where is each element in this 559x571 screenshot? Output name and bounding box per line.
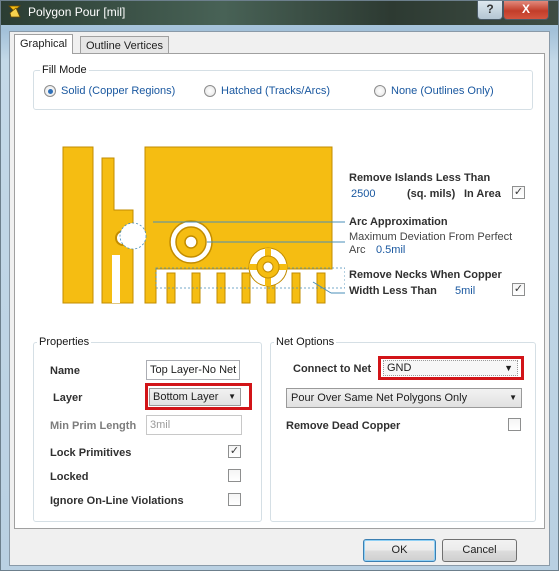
pour-over-value: Pour Over Same Net Polygons Only: [291, 392, 468, 404]
remove-islands-unit: (sq. mils): [407, 188, 456, 200]
cancel-button[interactable]: Cancel: [442, 539, 517, 562]
copper-left-strip: [62, 146, 94, 304]
layer-label: Layer: [53, 392, 83, 404]
min-prim-length-label: Min Prim Length: [50, 420, 137, 432]
fill-mode-label: Fill Mode: [40, 64, 89, 76]
fill-mode-group: Fill Mode Solid (Copper Regions) Hatched…: [33, 64, 533, 110]
title-bar[interactable]: Polygon Pour [mil] ? X: [1, 1, 558, 25]
remove-islands-title: Remove Islands Less Than: [349, 172, 491, 184]
name-label: Name: [50, 365, 80, 377]
remove-necks-title: Remove Necks When Copper: [349, 269, 502, 281]
arc-approximation-title: Arc Approximation: [349, 216, 448, 228]
hatched-radio[interactable]: [204, 85, 216, 97]
none-radio-label: None (Outlines Only): [391, 85, 494, 97]
hatched-radio-label: Hatched (Tracks/Arcs): [221, 85, 331, 97]
fill-mode-solid-option[interactable]: Solid (Copper Regions): [44, 85, 175, 97]
arc-approximation-desc-arc: Arc: [349, 244, 366, 256]
thermal-pad-small-hole: [262, 261, 274, 273]
arc-approximation-value[interactable]: 0.5mil: [376, 244, 405, 256]
via-trace: [112, 255, 120, 303]
tab-graphical[interactable]: Graphical: [14, 34, 74, 54]
remove-dead-copper-checkbox[interactable]: [508, 418, 521, 431]
help-button[interactable]: ?: [477, 1, 503, 20]
ignore-violations-label: Ignore On-Line Violations: [50, 495, 184, 507]
remove-necks-title-2: Width Less Than: [349, 285, 437, 297]
island-marker: [119, 222, 147, 250]
in-area-checkbox[interactable]: ✓: [512, 186, 525, 199]
thermal-pad-large-hole: [184, 235, 198, 249]
remove-necks-value[interactable]: 5mil: [455, 285, 475, 297]
in-area-label: In Area: [464, 188, 501, 200]
connect-to-net-highlight-box: [378, 356, 524, 380]
ok-button[interactable]: OK: [363, 539, 436, 562]
connect-to-net-label: Connect to Net: [293, 363, 372, 375]
close-button[interactable]: X: [503, 1, 549, 20]
window-title: Polygon Pour [mil]: [28, 5, 126, 19]
graphical-tab-panel: Fill Mode Solid (Copper Regions) Hatched…: [14, 53, 545, 529]
polygon-pour-diagram: [62, 146, 345, 304]
tab-outline-vertices[interactable]: Outline Vertices: [80, 36, 170, 54]
lock-primitives-checkbox[interactable]: ✓: [228, 445, 241, 458]
remove-islands-value[interactable]: 2500: [351, 188, 375, 200]
chevron-down-icon: ▼: [509, 393, 517, 402]
min-prim-length-field[interactable]: 3mil: [146, 415, 242, 435]
locked-checkbox[interactable]: [228, 469, 241, 482]
properties-label: Properties: [37, 336, 92, 348]
net-options-label: Net Options: [274, 336, 337, 348]
name-field[interactable]: Top Layer-No Net: [146, 360, 240, 380]
solid-radio-label: Solid (Copper Regions): [61, 85, 176, 97]
pour-over-select[interactable]: Pour Over Same Net Polygons Only ▼: [286, 388, 522, 408]
dialog-client-area: Graphical Outline Vertices Fill Mode Sol…: [9, 31, 550, 566]
layer-highlight-box: [145, 383, 252, 410]
lock-primitives-label: Lock Primitives: [50, 447, 132, 459]
fill-mode-hatched-option[interactable]: Hatched (Tracks/Arcs): [204, 85, 330, 97]
remove-necks-checkbox[interactable]: ✓: [512, 283, 525, 296]
solid-radio[interactable]: [44, 85, 56, 97]
polygon-pour-icon: [8, 5, 22, 18]
polygon-pour-dialog: Polygon Pour [mil] ? X Graphical Outline…: [0, 0, 559, 571]
locked-label: Locked: [50, 471, 89, 483]
none-radio[interactable]: [374, 85, 386, 97]
ignore-violations-checkbox[interactable]: [228, 493, 241, 506]
remove-dead-copper-label: Remove Dead Copper: [286, 420, 401, 432]
fill-mode-none-option[interactable]: None (Outlines Only): [374, 85, 494, 97]
arc-approximation-desc: Maximum Deviation From Perfect: [349, 231, 513, 243]
